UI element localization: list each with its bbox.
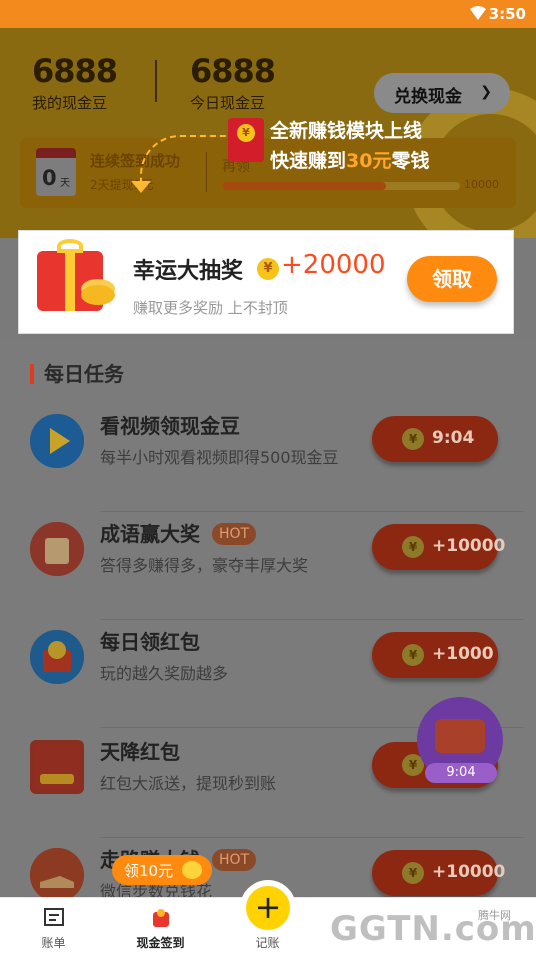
- watermark-corner: 腾牛网: [478, 909, 511, 922]
- task-name: 天降红包: [100, 740, 180, 764]
- lucky-draw-title: 幸运大抽奖: [133, 259, 244, 284]
- daily-tasks-section: 每日任务 看视频领现金豆 每半小时观看视频即得500现金豆 ¥9:04 成语赢大…: [0, 338, 536, 902]
- section-title: 每日任务: [44, 362, 124, 386]
- task-name: 每日领红包: [100, 630, 200, 654]
- lucky-draw-subtitle: 赚取更多奖励 上不封顶: [133, 299, 288, 317]
- my-beans-value: 6888: [32, 52, 118, 90]
- exchange-cash-button[interactable]: 兑换现金 ❯: [374, 73, 510, 113]
- tab-label: 账单: [41, 936, 66, 950]
- signin-progress-bar: [222, 182, 460, 190]
- video-play-icon: [30, 414, 84, 468]
- coin-icon: ¥: [402, 536, 424, 558]
- tab-bill[interactable]: 账单: [0, 898, 107, 953]
- tooltip-line2: 快速赚到30元零钱: [270, 150, 430, 172]
- tooltip-highlight: 30元: [346, 150, 392, 172]
- task-button[interactable]: ¥9:04: [372, 416, 498, 462]
- coins-icon: [182, 861, 202, 879]
- hot-badge: HOT: [212, 523, 257, 545]
- section-accent-bar: [30, 364, 34, 384]
- task-name: 看视频领现金豆: [100, 414, 240, 438]
- claim-10-yuan-bubble[interactable]: 领10元: [112, 855, 212, 885]
- tab-cash-signin[interactable]: 现金签到: [107, 898, 214, 953]
- calendar-icon: 0 天: [36, 148, 76, 196]
- cash-red-packet-icon: [30, 740, 84, 794]
- status-bar: 3:50: [0, 0, 536, 28]
- signin-progress-max: 10000: [464, 178, 499, 191]
- task-desc: 红包大派送，提现秒到账: [100, 774, 277, 793]
- wifi-icon: [470, 6, 486, 20]
- signin-strip[interactable]: 0 天 连续签到成功 2天提现1元 再领 10000: [20, 138, 516, 208]
- task-name: 成语赢大奖: [100, 522, 200, 546]
- claim-button[interactable]: 领取: [407, 256, 497, 302]
- signin-progress-fill: [222, 182, 387, 190]
- signin-days: 0: [42, 166, 57, 190]
- red-packet-icon: [30, 630, 84, 684]
- coin-stack-icon: [81, 285, 115, 305]
- chevron-right-icon: ❯: [480, 84, 492, 100]
- red-packet-icon: ¥: [228, 118, 264, 162]
- lucky-draw-amount: +20000: [281, 250, 386, 280]
- hot-badge: HOT: [212, 849, 257, 871]
- coin-icon: ¥: [402, 862, 424, 884]
- bubble-label: 领10元: [124, 862, 174, 880]
- treasure-chest-icon: [435, 719, 485, 753]
- floating-treasure-button[interactable]: 9:04: [417, 697, 503, 783]
- tab-label: 现金签到: [136, 936, 185, 950]
- signin-days-unit: 天: [60, 178, 70, 189]
- task-item-video[interactable]: 看视频领现金豆 每半小时观看视频即得500现金豆 ¥9:04: [0, 404, 536, 512]
- tab-label: 记账: [255, 936, 280, 950]
- bill-icon: [44, 908, 64, 926]
- tooltip-arrow-icon: [131, 181, 151, 193]
- lucky-draw-card[interactable]: 幸运大抽奖 ¥ +20000 赚取更多奖励 上不封顶 领取: [18, 230, 514, 334]
- task-desc: 玩的越久奖励越多: [100, 664, 229, 683]
- exchange-cash-label: 兑换现金: [394, 87, 462, 107]
- task-item-idiom[interactable]: 成语赢大奖 HOT 答得多赚得多，豪夺丰厚大奖 ¥ +10000: [0, 512, 536, 620]
- today-beans-value: 6888: [190, 52, 276, 90]
- task-desc: 答得多赚得多，豪夺丰厚大奖: [100, 556, 309, 575]
- add-record-button[interactable]: +: [240, 880, 296, 936]
- task-button[interactable]: ¥ +1000: [372, 632, 498, 678]
- plus-icon: +: [246, 886, 290, 930]
- coin-icon: ¥: [402, 644, 424, 666]
- status-time: 3:50: [488, 5, 526, 23]
- task-button[interactable]: ¥ +10000: [372, 524, 505, 570]
- idiom-game-icon: [30, 522, 84, 576]
- shoe-icon: [30, 848, 84, 902]
- task-button[interactable]: ¥ +10000: [372, 850, 505, 896]
- my-beans-label: 我的现金豆: [32, 94, 108, 112]
- watermark: GGTN.com 腾牛网: [330, 905, 536, 949]
- coin-icon: ¥: [402, 428, 424, 450]
- divider: [155, 60, 157, 102]
- today-beans-label: 今日现金豆: [190, 94, 266, 112]
- coin-icon: ¥: [257, 258, 279, 280]
- tooltip-line1: 全新赚钱模块上线: [270, 120, 423, 142]
- floating-timer: 9:04: [425, 763, 497, 783]
- header-panel: 6888 我的现金豆 6888 今日现金豆 兑换现金 ❯ 0 天 连续签到成功 …: [0, 28, 536, 238]
- task-desc: 每半小时观看视频即得500现金豆: [100, 448, 339, 467]
- cash-signin-icon: [153, 909, 169, 927]
